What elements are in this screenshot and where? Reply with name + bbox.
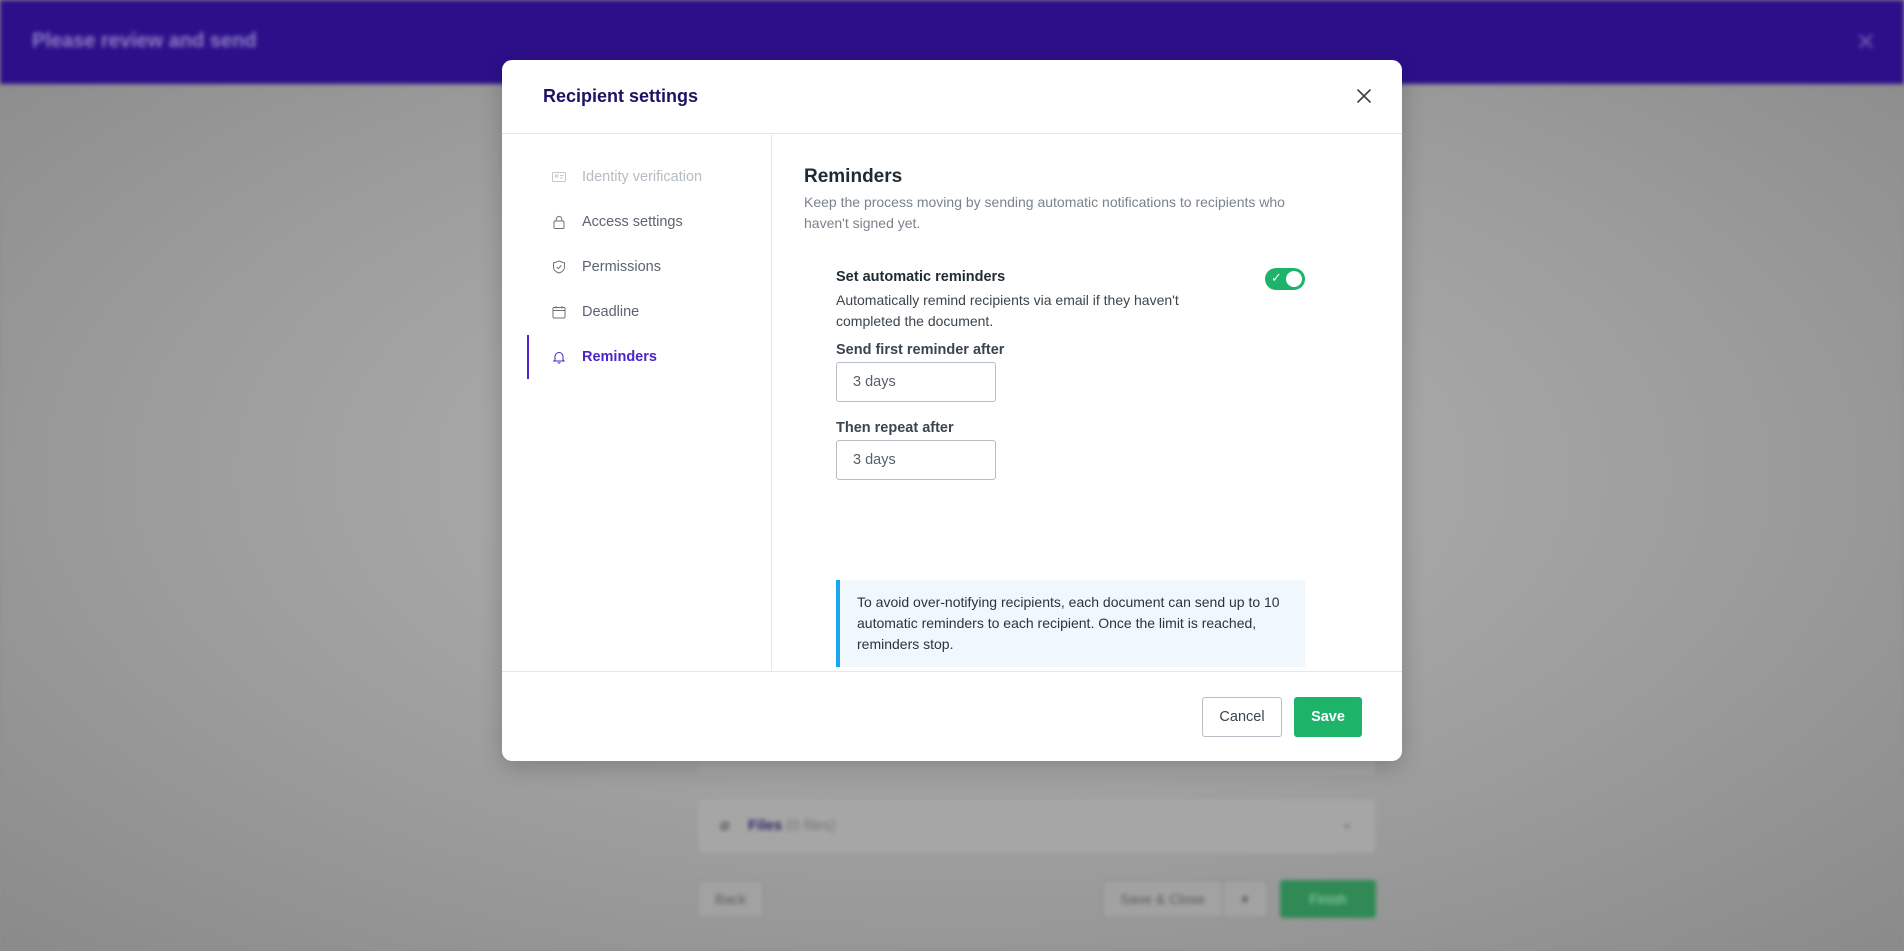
section-description: Keep the process moving by sending autom…	[804, 194, 1285, 231]
sidebar-item-identity-verification[interactable]: Identity verification	[527, 155, 772, 199]
first-reminder-label: Send first reminder after	[836, 342, 1005, 358]
sidebar-item-label: Reminders	[582, 349, 657, 365]
repeat-reminder-label: Then repeat after	[836, 420, 954, 436]
lock-icon	[552, 215, 566, 229]
page-title: Please review and send	[32, 30, 257, 52]
toggle-knob	[1286, 271, 1302, 287]
settings-sidebar: Identity verification Access settings Pe…	[502, 135, 772, 671]
files-label: Files	[748, 817, 783, 834]
repeat-reminder-input[interactable]	[836, 440, 996, 480]
back-button: Back	[697, 880, 764, 918]
save-options-dropdown: ▾	[1222, 880, 1268, 918]
sidebar-item-label: Identity verification	[582, 169, 703, 185]
first-reminder-input[interactable]	[836, 362, 996, 402]
cancel-button[interactable]: Cancel	[1202, 697, 1282, 737]
sidebar-item-permissions[interactable]: Permissions	[527, 245, 772, 289]
sidebar-item-reminders[interactable]: Reminders	[527, 335, 772, 379]
section-title: Reminders	[804, 166, 903, 187]
reminder-limit-info: To avoid over-notifying recipients, each…	[836, 580, 1305, 667]
bell-icon	[552, 350, 566, 364]
chevron-down-icon: ⌄	[1341, 815, 1353, 831]
files-count: (0 files)	[786, 817, 836, 834]
auto-reminders-toggle[interactable]: ✓	[1265, 268, 1305, 290]
calendar-icon	[552, 305, 566, 319]
save-button[interactable]: Save	[1294, 697, 1362, 737]
id-card-icon	[552, 170, 566, 184]
check-icon: ✓	[1271, 270, 1282, 285]
sidebar-item-deadline[interactable]: Deadline	[527, 290, 772, 334]
auto-reminders-description: Automatically remind recipients via emai…	[836, 292, 1179, 329]
shield-icon	[552, 260, 566, 274]
sidebar-item-access-settings[interactable]: Access settings	[527, 200, 772, 244]
modal-header: Recipient settings	[502, 60, 1402, 134]
sidebar-item-label: Permissions	[582, 259, 661, 275]
page-close-icon: ✕	[1855, 29, 1876, 56]
recipient-settings-modal: Recipient settings Identity verification…	[502, 60, 1402, 761]
sidebar-item-label: Deadline	[582, 304, 640, 320]
paperclip-icon: ⌀	[720, 817, 730, 834]
close-icon[interactable]	[1350, 82, 1378, 110]
finish-button: Finish	[1280, 880, 1376, 918]
reminders-panel: Reminders Keep the process moving by sen…	[773, 135, 1402, 671]
modal-title: Recipient settings	[543, 86, 699, 106]
sidebar-item-label: Access settings	[582, 214, 683, 230]
files-section: ⌀ Files (0 files) ⌄	[697, 798, 1376, 854]
save-close-button: Save & Close	[1102, 880, 1223, 918]
modal-footer: Cancel Save	[502, 671, 1402, 761]
auto-reminders-label: Set automatic reminders	[836, 269, 1006, 285]
